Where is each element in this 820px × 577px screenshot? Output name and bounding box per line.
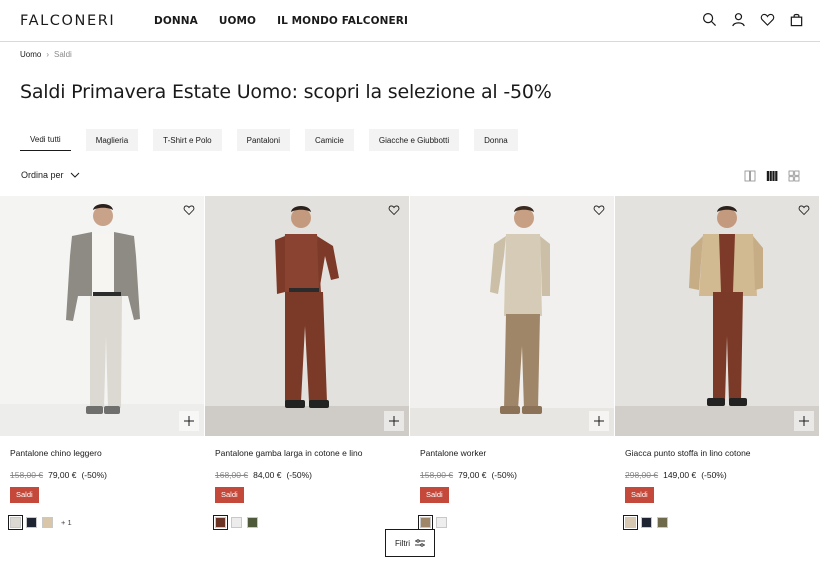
four-column-view-icon[interactable] xyxy=(766,170,778,182)
plus-icon xyxy=(799,416,809,426)
two-column-view-icon[interactable] xyxy=(744,170,756,182)
product-name[interactable]: Pantalone chino leggero xyxy=(10,448,194,460)
chevron-down-icon xyxy=(70,172,79,178)
main-nav: DONNA UOMO IL MONDO FALCONERI xyxy=(154,15,408,27)
account-icon[interactable] xyxy=(731,12,746,27)
color-swatch[interactable] xyxy=(231,516,242,528)
product-card[interactable]: Pantalone gamba larga in cotone e lino 1… xyxy=(205,196,409,530)
add-to-wishlist-icon[interactable] xyxy=(183,204,195,216)
product-name[interactable]: Pantalone worker xyxy=(420,448,604,460)
color-swatch[interactable] xyxy=(247,516,258,528)
sale-price: 149,00 € xyxy=(663,470,697,480)
filter-chip-giacche-giubbotti[interactable]: Giacche e Giubbotti xyxy=(368,129,460,151)
product-grid: Pantalone chino leggero 158,00 € 79,00 €… xyxy=(0,196,819,530)
color-swatch[interactable] xyxy=(26,516,37,528)
original-price: 298,00 € xyxy=(625,470,659,480)
color-swatch[interactable] xyxy=(213,514,228,530)
sale-badge: Saldi xyxy=(10,487,39,503)
color-swatch[interactable] xyxy=(623,514,638,530)
product-card[interactable]: Pantalone worker 158,00 € 79,00 € (-50%)… xyxy=(410,196,614,530)
sale-price: 84,00 € xyxy=(253,470,282,480)
original-price: 158,00 € xyxy=(10,470,44,480)
discount-percent: (-50%) xyxy=(81,470,107,480)
sale-price: 79,00 € xyxy=(48,470,77,480)
sort-label: Ordina per xyxy=(21,170,64,180)
nav-donna[interactable]: DONNA xyxy=(154,15,198,27)
product-card[interactable]: Pantalone chino leggero 158,00 € 79,00 €… xyxy=(0,196,204,530)
filter-chip-vedi-tutti[interactable]: Vedi tutti xyxy=(20,129,71,151)
filter-chip-pantaloni[interactable]: Pantaloni xyxy=(236,129,290,151)
plus-icon xyxy=(594,416,604,426)
product-image[interactable] xyxy=(205,196,409,436)
filter-chip-tshirt-polo[interactable]: T-Shirt e Polo xyxy=(153,129,222,151)
discount-percent: (-50%) xyxy=(491,470,517,480)
color-swatch[interactable] xyxy=(436,516,447,528)
header-actions xyxy=(702,12,804,27)
color-swatch[interactable] xyxy=(42,516,53,528)
add-to-wishlist-icon[interactable] xyxy=(388,204,400,216)
view-toggles xyxy=(744,170,800,182)
sliders-icon xyxy=(415,539,426,547)
discount-percent: (-50%) xyxy=(286,470,312,480)
product-image[interactable] xyxy=(0,196,204,436)
page-title: Saldi Primavera Estate Uomo: scopri la s… xyxy=(20,81,552,103)
quick-add-button[interactable] xyxy=(589,411,609,431)
product-image[interactable] xyxy=(410,196,614,436)
site-header: FALCONERI DONNA UOMO IL MONDO FALCONERI xyxy=(0,0,820,42)
filter-chip-camicie[interactable]: Camicie xyxy=(304,129,354,151)
wishlist-icon[interactable] xyxy=(760,12,775,27)
quick-add-button[interactable] xyxy=(794,411,814,431)
color-swatches: + 1 xyxy=(8,514,194,530)
breadcrumb-saldi: Saldi xyxy=(54,50,72,59)
brand-logo[interactable]: FALCONERI xyxy=(20,13,154,29)
add-to-wishlist-icon[interactable] xyxy=(593,204,605,216)
nav-uomo[interactable]: UOMO xyxy=(219,15,256,27)
sale-badge: Saldi xyxy=(215,487,244,503)
breadcrumb-uomo[interactable]: Uomo xyxy=(20,50,41,59)
sale-badge: Saldi xyxy=(625,487,654,503)
search-icon[interactable] xyxy=(702,12,717,27)
original-price: 158,00 € xyxy=(420,470,454,480)
quick-add-button[interactable] xyxy=(384,411,404,431)
original-price: 168,00 € xyxy=(215,470,249,480)
category-filters: Vedi tutti Maglieria T-Shirt e Polo Pant… xyxy=(20,129,518,151)
product-name[interactable]: Pantalone gamba larga in cotone e lino xyxy=(215,448,399,460)
color-swatch[interactable] xyxy=(418,514,433,530)
breadcrumb-separator: › xyxy=(46,50,50,59)
nav-mondo-falconeri[interactable]: IL MONDO FALCONERI xyxy=(277,15,408,27)
filters-button-label: Filtri xyxy=(394,538,411,548)
color-swatches xyxy=(418,514,604,530)
product-card[interactable]: Giacca punto stoffa in lino cotone 298,0… xyxy=(615,196,819,530)
grid-view-icon[interactable] xyxy=(788,170,800,182)
breadcrumb: Uomo › Saldi xyxy=(20,50,72,59)
filters-button[interactable]: Filtri xyxy=(385,529,435,557)
more-colors-count[interactable]: + 1 xyxy=(61,518,72,527)
color-swatch[interactable] xyxy=(641,516,652,528)
product-image[interactable] xyxy=(615,196,819,436)
sale-badge: Saldi xyxy=(420,487,449,503)
color-swatch[interactable] xyxy=(657,516,668,528)
filter-chip-donna[interactable]: Donna xyxy=(474,129,518,151)
add-to-wishlist-icon[interactable] xyxy=(798,204,810,216)
discount-percent: (-50%) xyxy=(701,470,727,480)
quick-add-button[interactable] xyxy=(179,411,199,431)
sale-price: 79,00 € xyxy=(458,470,487,480)
sort-dropdown[interactable]: Ordina per xyxy=(21,170,80,180)
color-swatches xyxy=(623,514,809,530)
product-name[interactable]: Giacca punto stoffa in lino cotone xyxy=(625,448,809,460)
color-swatches xyxy=(213,514,399,530)
filter-chip-maglieria[interactable]: Maglieria xyxy=(85,129,139,151)
plus-icon xyxy=(184,416,194,426)
bag-icon[interactable] xyxy=(789,12,804,27)
plus-icon xyxy=(389,416,399,426)
color-swatch[interactable] xyxy=(8,514,23,530)
